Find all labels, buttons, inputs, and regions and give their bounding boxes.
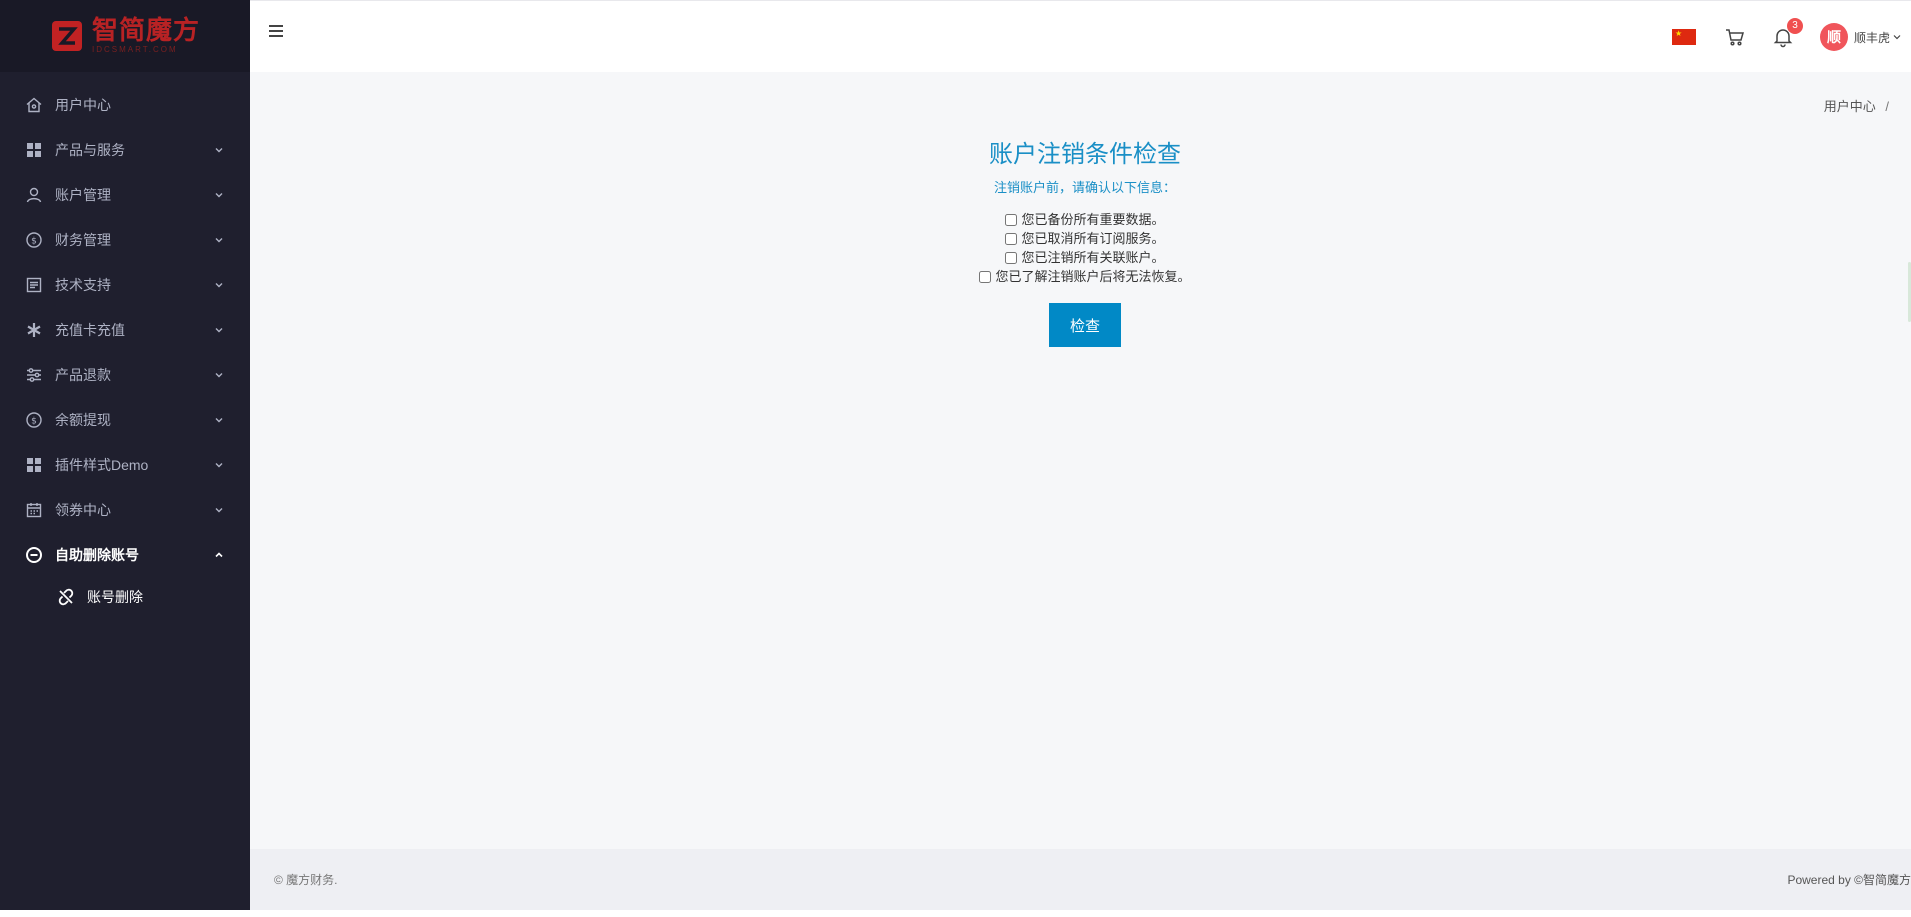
checklist-item[interactable]: 您已注销所有关联账户。 xyxy=(250,248,1911,267)
dollar-circle-icon: $ xyxy=(25,411,43,429)
logo-title: 智简魔方 xyxy=(91,16,200,46)
sidebar-item-label: 余额提现 xyxy=(55,411,111,428)
logo[interactable]: 智简魔方 IDCSMART.COM xyxy=(50,17,200,55)
top-header: ★ 3 顺 顺丰虎 xyxy=(250,0,1911,72)
checklist-item[interactable]: 您已取消所有订阅服务。 xyxy=(250,229,1911,248)
logo-subtitle: IDCSMART.COM xyxy=(91,45,178,54)
sidebar-item-user-center[interactable]: 用户中心 xyxy=(0,82,250,127)
svg-text:$: $ xyxy=(31,416,37,426)
dollar-circle-icon: $ xyxy=(25,231,43,249)
sidebar-item-coupon-center[interactable]: 领券中心 xyxy=(0,487,250,532)
account-cancel-check-panel: 账户注销条件检查 注销账户前，请确认以下信息： 您已备份所有重要数据。 您已取消… xyxy=(250,134,1911,347)
checkbox[interactable] xyxy=(979,270,992,283)
chevron-down-icon xyxy=(215,147,223,152)
check-button[interactable]: 检查 xyxy=(1049,303,1121,347)
grid-icon xyxy=(25,141,43,159)
document-icon xyxy=(25,276,43,294)
unlink-icon xyxy=(57,588,75,606)
sidebar-item-label: 账户管理 xyxy=(55,186,111,203)
chevron-down-icon xyxy=(215,417,223,422)
submenu-item-label: 账号删除 xyxy=(87,589,143,605)
sidebar-item-label: 技术支持 xyxy=(55,276,111,293)
logo-area[interactable]: 智简魔方 IDCSMART.COM xyxy=(0,0,250,72)
sidebar-item-tech-support[interactable]: 技术支持 xyxy=(0,262,250,307)
sidebar-item-product-refund[interactable]: 产品退款 xyxy=(0,352,250,397)
sidebar-item-products-services[interactable]: 产品与服务 xyxy=(0,127,250,172)
footer: © 魔方财务. Powered by ©智简魔方 xyxy=(250,849,1911,910)
grid-icon xyxy=(25,456,43,474)
checklist-item-label: 您已了解注销账户后将无法恢复。 xyxy=(995,269,1191,284)
breadcrumb-item[interactable]: 用户中心 xyxy=(1824,99,1876,114)
bottom-strip xyxy=(0,910,1911,917)
breadcrumb: 用户中心 / xyxy=(1824,96,1889,115)
sliders-icon xyxy=(25,366,43,384)
chevron-down-icon xyxy=(1893,35,1901,40)
checkbox[interactable] xyxy=(1005,232,1018,245)
sidebar-item-account-management[interactable]: 账户管理 xyxy=(0,172,250,217)
sidebar: 智简魔方 IDCSMART.COM 用户中心 产品与服务 账户管理 $ 财务管理… xyxy=(0,0,250,910)
sidebar-item-label: 用户中心 xyxy=(55,96,111,113)
menu-toggle-icon[interactable] xyxy=(269,25,285,41)
notification-badge: 3 xyxy=(1786,18,1803,34)
chevron-down-icon xyxy=(215,192,223,197)
logo-mark-icon xyxy=(51,21,82,51)
sidebar-item-label: 插件样式Demo xyxy=(55,456,149,473)
chevron-down-icon xyxy=(215,327,223,332)
minus-circle-icon xyxy=(25,546,43,564)
checklist-item-label: 您已备份所有重要数据。 xyxy=(1021,212,1165,227)
sidebar-item-balance-withdraw[interactable]: $ 余额提现 xyxy=(0,397,250,442)
sidebar-item-label: 自助删除账号 xyxy=(55,546,139,563)
sidebar-menu: 用户中心 产品与服务 账户管理 $ 财务管理 技术支持 充值卡充值 产品退款 $… xyxy=(0,72,250,617)
user-menu[interactable]: 顺 顺丰虎 xyxy=(1819,23,1911,51)
home-icon xyxy=(25,96,43,114)
checkbox[interactable] xyxy=(1005,251,1018,264)
header-actions: ★ 3 顺 顺丰虎 xyxy=(1671,1,1911,73)
sidebar-item-label: 财务管理 xyxy=(55,231,111,248)
asterisk-icon xyxy=(25,321,43,339)
main-content: 用户中心 / 账户注销条件检查 注销账户前，请确认以下信息： 您已备份所有重要数… xyxy=(250,72,1911,849)
page-title: 账户注销条件检查 xyxy=(989,140,1181,168)
cart-icon[interactable] xyxy=(1724,26,1746,48)
user-icon xyxy=(25,186,43,204)
checkbox[interactable] xyxy=(1005,213,1018,226)
avatar: 顺 xyxy=(1819,23,1848,51)
chevron-down-icon xyxy=(215,507,223,512)
sidebar-item-label: 领券中心 xyxy=(55,501,111,518)
breadcrumb-separator: / xyxy=(1885,99,1889,114)
copyright-text: © 魔方财务. xyxy=(274,873,338,887)
chevron-down-icon xyxy=(215,462,223,467)
chevron-down-icon xyxy=(215,282,223,287)
chevron-down-icon xyxy=(215,237,223,242)
checklist-item-label: 您已取消所有订阅服务。 xyxy=(1021,231,1165,246)
sidebar-item-label: 产品与服务 xyxy=(55,141,125,158)
checklist-item-label: 您已注销所有关联账户。 xyxy=(1021,250,1165,265)
checklist-item[interactable]: 您已了解注销账户后将无法恢复。 xyxy=(250,267,1911,286)
checklist: 您已备份所有重要数据。 您已取消所有订阅服务。 您已注销所有关联账户。 您已了解… xyxy=(250,210,1911,286)
sidebar-item-label: 充值卡充值 xyxy=(55,321,125,338)
svg-text:$: $ xyxy=(31,236,37,246)
checklist-item[interactable]: 您已备份所有重要数据。 xyxy=(250,210,1911,229)
username: 顺丰虎 xyxy=(1853,30,1890,45)
chevron-up-icon xyxy=(215,551,223,557)
powered-by-text[interactable]: Powered by ©智简魔方 xyxy=(1787,871,1911,888)
sidebar-item-finance-management[interactable]: $ 财务管理 xyxy=(0,217,250,262)
china-flag-icon[interactable]: ★ xyxy=(1671,29,1696,45)
page-subtitle: 注销账户前，请确认以下信息： xyxy=(993,180,1176,195)
sidebar-item-self-delete-account[interactable]: 自助删除账号 xyxy=(0,532,250,577)
sidebar-item-plugin-demo[interactable]: 插件样式Demo xyxy=(0,442,250,487)
calendar-icon xyxy=(25,501,43,519)
bell-icon[interactable]: 3 xyxy=(1772,18,1803,48)
sidebar-subitem-account-delete[interactable]: 账号删除 xyxy=(0,577,250,617)
chevron-down-icon xyxy=(215,372,223,377)
sidebar-item-recharge-card[interactable]: 充值卡充值 xyxy=(0,307,250,352)
sidebar-item-label: 产品退款 xyxy=(55,366,111,383)
